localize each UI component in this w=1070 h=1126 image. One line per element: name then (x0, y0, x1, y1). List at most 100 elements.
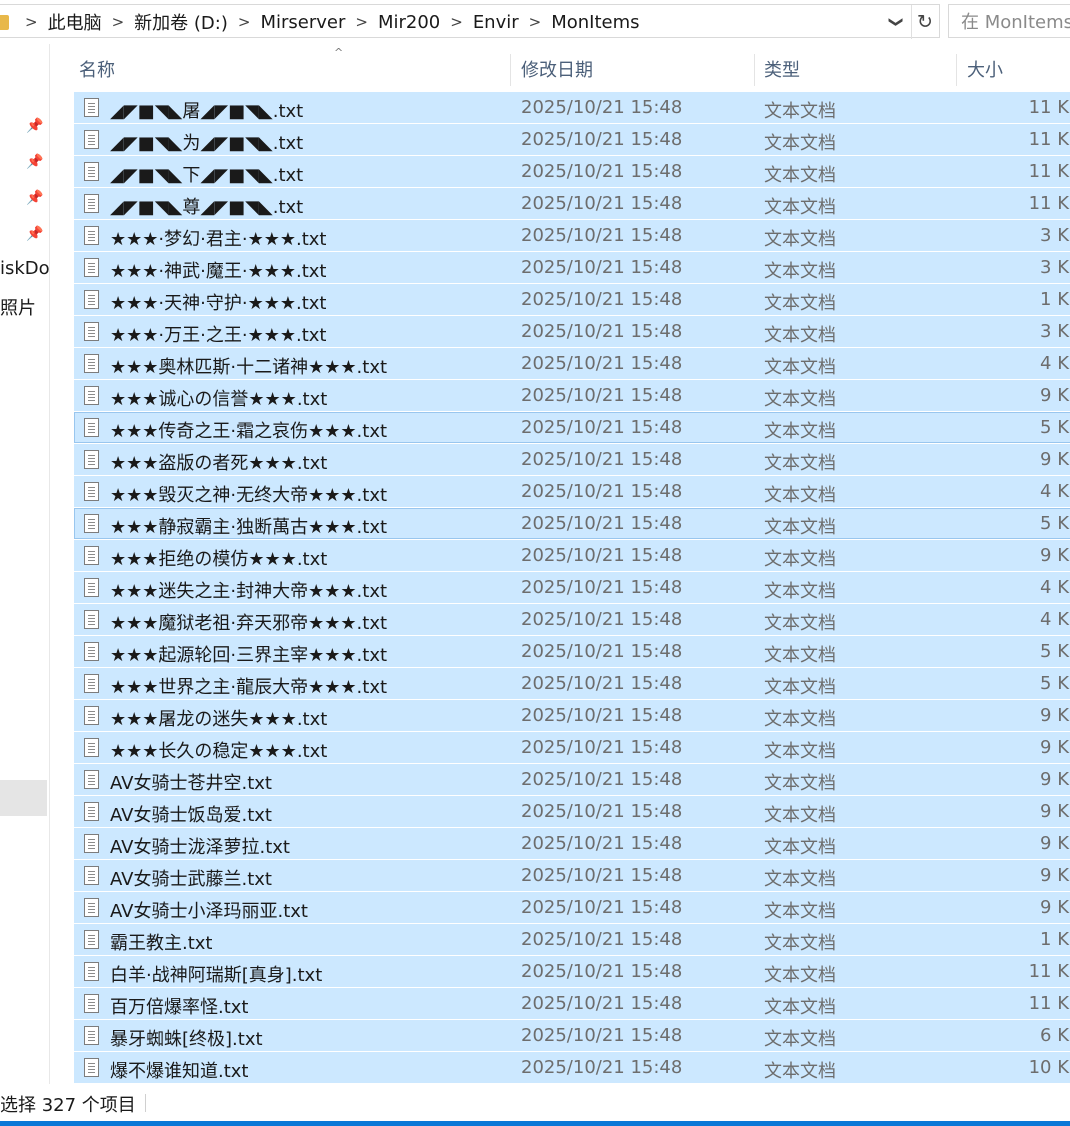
file-row[interactable]: ★★★·梦幻·君主·★★★.txt 2025/10/21 15:48 文本文档 3 K (74, 220, 1070, 251)
file-row[interactable]: ◢◤■◥◣为◢◤■◥◣.txt 2025/10/21 15:48 文本文档 11 K (74, 124, 1070, 155)
address-bar[interactable]: > 此电脑 > 新加卷 (D:) > Mirserver > Mir200 > … (0, 4, 940, 39)
file-row[interactable]: ★★★奥林匹斯·十二诸神★★★.txt 2025/10/21 15:48 文本文档 4… (74, 348, 1070, 379)
column-divider[interactable] (956, 54, 957, 86)
refresh-icon[interactable]: ↻ (911, 5, 938, 39)
file-row[interactable]: AV女骑士饭岛爱.txt 2025/10/21 15:48 文本文档 9 K (74, 796, 1070, 827)
chevron-right-icon[interactable]: > (351, 13, 372, 31)
file-row[interactable]: ★★★起源轮回·三界主宰★★★.txt 2025/10/21 15:48 文本文档 5… (74, 636, 1070, 667)
file-name[interactable]: ★★★起源轮回·三界主宰★★★.txt (110, 641, 387, 667)
breadcrumb-envir[interactable]: Envir (467, 12, 525, 33)
nav-item-diskdo[interactable]: iskDo (0, 258, 50, 279)
file-name[interactable]: AV女骑士小泽玛丽亚.txt (110, 897, 308, 923)
file-row[interactable]: ★★★诚心の信誉★★★.txt 2025/10/21 15:48 文本文档 9 K (74, 380, 1070, 411)
breadcrumb-this-pc[interactable]: 此电脑 (42, 9, 108, 35)
file-name[interactable]: ★★★毁灭之神·无终大帝★★★.txt (110, 481, 387, 507)
file-name[interactable]: AV女骑士苍井空.txt (110, 769, 272, 795)
file-row[interactable]: ★★★长久の稳定★★★.txt 2025/10/21 15:48 文本文档 9 K (74, 732, 1070, 763)
file-date-modified: 2025/10/21 15:48 (521, 545, 683, 566)
file-row[interactable]: 暴牙蜘蛛[终极].txt 2025/10/21 15:48 文本文档 6 K (74, 1020, 1070, 1051)
file-name[interactable]: ★★★迷失之主·封神大帝★★★.txt (110, 577, 387, 603)
text-file-icon (84, 706, 99, 725)
file-name[interactable]: ★★★·天神·守护·★★★.txt (110, 289, 326, 315)
nav-item-selected[interactable] (0, 780, 47, 816)
file-name[interactable]: 百万倍爆率怪.txt (110, 993, 249, 1019)
breadcrumb-monitems[interactable]: MonItems (545, 12, 645, 33)
file-row[interactable]: ★★★·神武·魔王·★★★.txt 2025/10/21 15:48 文本文档 3 K (74, 252, 1070, 283)
file-row[interactable]: AV女骑士小泽玛丽亚.txt 2025/10/21 15:48 文本文档 9 K (74, 892, 1070, 923)
file-name[interactable]: ◢◤■◥◣屠◢◤■◥◣.txt (110, 97, 303, 123)
file-size: 9 K (1040, 449, 1069, 470)
file-row[interactable]: ★★★传奇之王·霜之哀伤★★★.txt 2025/10/21 15:48 文本文档 5… (74, 412, 1070, 443)
file-row[interactable]: ★★★·万王·之王·★★★.txt 2025/10/21 15:48 文本文档 3 K (74, 316, 1070, 347)
file-name[interactable]: ◢◤■◥◣尊◢◤■◥◣.txt (110, 193, 303, 219)
file-name[interactable]: AV女骑士饭岛爱.txt (110, 801, 272, 827)
file-row[interactable]: 爆不爆谁知道.txt 2025/10/21 15:48 文本文档 10 K (74, 1052, 1070, 1083)
file-name[interactable]: ★★★静寂霸主·独断萬古★★★.txt (110, 513, 387, 539)
file-name[interactable]: ◢◤■◥◣为◢◤■◥◣.txt (110, 129, 303, 155)
file-name[interactable]: ★★★·神武·魔王·★★★.txt (110, 257, 326, 283)
file-row[interactable]: AV女骑士苍井空.txt 2025/10/21 15:48 文本文档 9 K (74, 764, 1070, 795)
column-name[interactable]: 名称 (79, 56, 115, 82)
file-name[interactable]: 霸王教主.txt (110, 929, 213, 955)
nav-item-photos[interactable]: 照片 (0, 294, 36, 320)
file-row[interactable]: ◢◤■◥◣屠◢◤■◥◣.txt 2025/10/21 15:48 文本文档 11 K (74, 92, 1070, 123)
file-row[interactable]: ◢◤■◥◣下◢◤■◥◣.txt 2025/10/21 15:48 文本文档 11 K (74, 156, 1070, 187)
file-name[interactable]: ★★★·万王·之王·★★★.txt (110, 321, 326, 347)
file-name[interactable]: ★★★魔狱老祖·弃天邪帝★★★.txt (110, 609, 387, 635)
text-file-icon (84, 834, 99, 853)
chevron-right-icon[interactable]: > (108, 13, 129, 31)
file-name[interactable]: ★★★·梦幻·君主·★★★.txt (110, 225, 326, 251)
file-name[interactable]: ★★★拒绝の模仿★★★.txt (110, 545, 327, 571)
file-row[interactable]: ★★★魔狱老祖·弃天邪帝★★★.txt 2025/10/21 15:48 文本文档 4… (74, 604, 1070, 635)
file-size: 6 K (1040, 1025, 1069, 1046)
search-input[interactable]: 在 MonItems 中搜索 (948, 4, 1070, 38)
file-row[interactable]: ★★★迷失之主·封神大帝★★★.txt 2025/10/21 15:48 文本文档 4… (74, 572, 1070, 603)
file-size: 5 K (1040, 417, 1069, 438)
file-name[interactable]: 暴牙蜘蛛[终极].txt (110, 1025, 263, 1051)
column-date-modified[interactable]: 修改日期 (521, 56, 593, 82)
column-type[interactable]: 类型 (764, 56, 800, 82)
file-name[interactable]: AV女骑士武藤兰.txt (110, 865, 272, 891)
file-date-modified: 2025/10/21 15:48 (521, 385, 683, 406)
chevron-right-icon[interactable]: > (234, 13, 255, 31)
file-row[interactable]: 百万倍爆率怪.txt 2025/10/21 15:48 文本文档 11 K (74, 988, 1070, 1019)
file-name[interactable]: ★★★屠龙の迷失★★★.txt (110, 705, 327, 731)
file-name[interactable]: AV女骑士泷泽萝拉.txt (110, 833, 290, 859)
file-size: 9 K (1040, 801, 1069, 822)
breadcrumb-drive-d[interactable]: 新加卷 (D:) (128, 9, 234, 35)
file-row[interactable]: 白羊·战神阿瑞斯[真身].txt 2025/10/21 15:48 文本文档 11 K (74, 956, 1070, 987)
file-name[interactable]: 爆不爆谁知道.txt (110, 1057, 249, 1083)
breadcrumb-mir200[interactable]: Mir200 (372, 12, 446, 33)
file-row[interactable]: ★★★拒绝の模仿★★★.txt 2025/10/21 15:48 文本文档 9 K (74, 540, 1070, 571)
column-divider[interactable] (754, 54, 755, 86)
file-row[interactable]: ★★★·天神·守护·★★★.txt 2025/10/21 15:48 文本文档 1 K (74, 284, 1070, 315)
file-row[interactable]: ★★★静寂霸主·独断萬古★★★.txt 2025/10/21 15:48 文本文档 5… (74, 508, 1070, 539)
file-date-modified: 2025/10/21 15:48 (521, 577, 683, 598)
file-name[interactable]: ★★★世界之主·龍辰大帝★★★.txt (110, 673, 387, 699)
file-row[interactable]: ★★★世界之主·龍辰大帝★★★.txt 2025/10/21 15:48 文本文档 5… (74, 668, 1070, 699)
chevron-right-icon[interactable]: > (446, 13, 467, 31)
breadcrumb-mirserver[interactable]: Mirserver (254, 12, 351, 33)
chevron-down-icon[interactable]: ❯ (884, 5, 908, 39)
file-row[interactable]: AV女骑士泷泽萝拉.txt 2025/10/21 15:48 文本文档 9 K (74, 828, 1070, 859)
status-divider (145, 1094, 146, 1112)
file-name[interactable]: ★★★传奇之王·霜之哀伤★★★.txt (110, 417, 387, 443)
file-name[interactable]: ★★★奥林匹斯·十二诸神★★★.txt (110, 353, 387, 379)
file-type: 文本文档 (764, 133, 836, 154)
file-row[interactable]: ◢◤■◥◣尊◢◤■◥◣.txt 2025/10/21 15:48 文本文档 11 K (74, 188, 1070, 219)
file-type: 文本文档 (764, 901, 836, 922)
file-row[interactable]: ★★★毁灭之神·无终大帝★★★.txt 2025/10/21 15:48 文本文档 4… (74, 476, 1070, 507)
file-row[interactable]: ★★★盗版の者死★★★.txt 2025/10/21 15:48 文本文档 9 K (74, 444, 1070, 475)
file-name[interactable]: ◢◤■◥◣下◢◤■◥◣.txt (110, 161, 303, 187)
column-size[interactable]: 大小 (967, 56, 1003, 82)
file-name[interactable]: 白羊·战神阿瑞斯[真身].txt (110, 961, 322, 987)
chevron-right-icon[interactable]: > (525, 13, 546, 31)
file-row[interactable]: 霸王教主.txt 2025/10/21 15:48 文本文档 1 K (74, 924, 1070, 955)
file-name[interactable]: ★★★长久の稳定★★★.txt (110, 737, 327, 763)
file-row[interactable]: AV女骑士武藤兰.txt 2025/10/21 15:48 文本文档 9 K (74, 860, 1070, 891)
file-type: 文本文档 (764, 293, 836, 314)
file-name[interactable]: ★★★诚心の信誉★★★.txt (110, 385, 327, 411)
file-name[interactable]: ★★★盗版の者死★★★.txt (110, 449, 327, 475)
file-row[interactable]: ★★★屠龙の迷失★★★.txt 2025/10/21 15:48 文本文档 9 K (74, 700, 1070, 731)
column-divider[interactable] (510, 54, 511, 86)
